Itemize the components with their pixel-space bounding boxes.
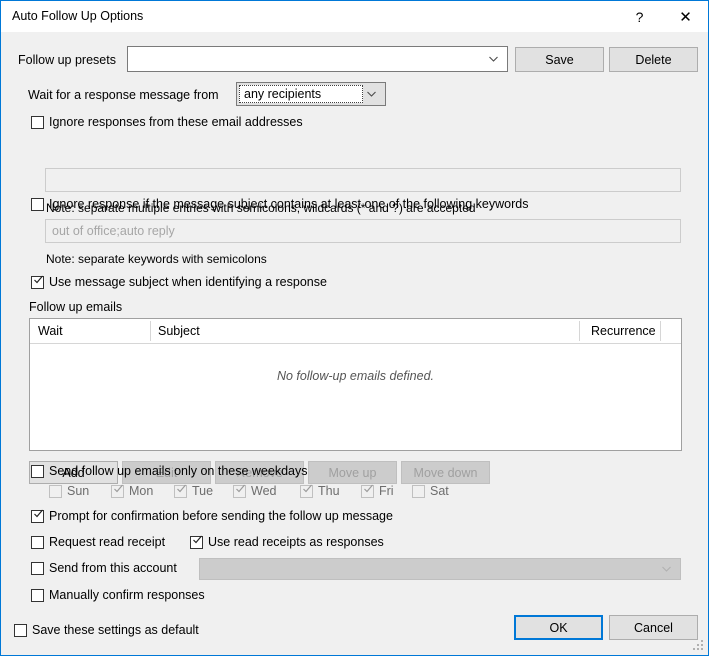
weekday-thu-checkbox: Thu: [300, 484, 340, 498]
empty-list-message: No follow-up emails defined.: [276, 369, 435, 383]
list-header: Wait Subject Recurrence: [30, 319, 681, 344]
request-read-receipt-checkbox[interactable]: Request read receipt: [31, 535, 165, 549]
checkbox-box: [111, 483, 124, 498]
checkbox-box: [14, 623, 27, 637]
wait-for-response-combo[interactable]: any recipients: [236, 82, 386, 106]
weekday-sat-label: Sat: [430, 484, 449, 498]
checkbox-box: [233, 483, 246, 498]
check-icon: [192, 534, 203, 545]
weekday-fri-label: Fri: [379, 484, 394, 498]
wait-for-response-label: Wait for a response message from: [28, 88, 219, 102]
weekday-mon-label: Mon: [129, 484, 154, 498]
checkbox-box: [31, 464, 44, 478]
check-icon: [33, 508, 44, 519]
checkbox-box: [190, 534, 203, 549]
column-header-subject[interactable]: Subject: [158, 319, 200, 343]
weekday-mon-checkbox: Mon: [111, 484, 153, 498]
request-read-receipt-label: Request read receipt: [49, 535, 166, 549]
column-divider[interactable]: [660, 321, 661, 341]
follow-up-emails-list[interactable]: Wait Subject Recurrence No follow-up ema…: [29, 318, 682, 451]
wait-for-response-value: any recipients: [244, 87, 322, 101]
checkbox-box: [174, 483, 187, 498]
dialog-body: Follow up presets Save Delete Wait for a…: [1, 32, 708, 655]
column-divider[interactable]: [150, 321, 151, 341]
save-preset-button[interactable]: Save: [515, 47, 604, 72]
move-down-button: Move down: [401, 461, 490, 484]
column-header-recurrence[interactable]: Recurrence: [591, 319, 656, 343]
move-up-button: Move up: [308, 461, 397, 484]
weekday-sat-checkbox: Sat: [412, 484, 449, 498]
resize-grip[interactable]: [693, 640, 705, 652]
ignore-addresses-input[interactable]: [45, 168, 681, 192]
weekday-tue-checkbox: Tue: [174, 484, 213, 498]
weekday-thu-label: Thu: [318, 484, 340, 498]
follow-up-presets-combo[interactable]: [127, 46, 508, 72]
checkbox-box: [300, 483, 313, 498]
ok-button[interactable]: OK: [514, 615, 603, 640]
column-divider[interactable]: [579, 321, 580, 341]
checkbox-box: [361, 483, 374, 498]
title-bar: Auto Follow Up Options ? ✕: [1, 1, 708, 32]
weekdays-checkbox[interactable]: Send follow up emails only on these week…: [31, 464, 307, 478]
ignore-subject-checkbox[interactable]: Ignore response if the message subject c…: [31, 197, 528, 211]
send-from-account-combo: [199, 558, 681, 580]
ignore-subject-label: Ignore response if the message subject c…: [49, 197, 529, 211]
window-title: Auto Follow Up Options: [12, 9, 144, 23]
ignore-subject-placeholder: out of office;auto reply: [52, 224, 175, 238]
checkbox-box: [31, 588, 44, 602]
chevron-down-icon: [366, 89, 377, 100]
check-icon: [302, 483, 313, 494]
ignore-subject-note: Note: separate keywords with semicolons: [46, 252, 267, 266]
checkbox-box: [31, 274, 44, 289]
delete-preset-button[interactable]: Delete: [609, 47, 698, 72]
checkbox-box: [31, 535, 44, 549]
weekdays-label: Send follow up emails only on these week…: [49, 464, 308, 478]
cancel-button[interactable]: Cancel: [609, 615, 698, 640]
checkbox-box: [49, 484, 62, 498]
checkbox-box: [31, 197, 44, 211]
weekday-wed-label: Wed: [251, 484, 277, 498]
prompt-confirmation-checkbox[interactable]: Prompt for confirmation before sending t…: [31, 509, 393, 523]
column-header-wait[interactable]: Wait: [38, 319, 63, 343]
send-from-account-label: Send from this account: [49, 561, 177, 575]
checkbox-box: [31, 561, 44, 575]
use-message-subject-checkbox[interactable]: Use message subject when identifying a r…: [31, 275, 327, 289]
send-from-account-checkbox[interactable]: Send from this account: [31, 561, 177, 575]
ignore-addresses-label: Ignore responses from these email addres…: [49, 115, 303, 129]
follow-up-emails-section-label: Follow up emails: [29, 300, 123, 314]
close-icon[interactable]: ✕: [663, 1, 708, 32]
follow-up-presets-label: Follow up presets: [18, 53, 116, 67]
prompt-confirmation-label: Prompt for confirmation before sending t…: [49, 509, 393, 523]
weekday-fri-checkbox: Fri: [361, 484, 394, 498]
chevron-down-icon: [661, 564, 672, 575]
ignore-subject-input[interactable]: out of office;auto reply: [45, 219, 681, 243]
checkbox-box: [412, 484, 425, 498]
manually-confirm-label: Manually confirm responses: [49, 588, 205, 602]
checkbox-box: [31, 508, 44, 523]
weekday-sun-label: Sun: [67, 484, 90, 498]
chevron-down-icon: [488, 54, 499, 65]
help-icon[interactable]: ?: [617, 1, 662, 32]
save-as-default-checkbox[interactable]: Save these settings as default: [14, 623, 199, 637]
check-icon: [363, 483, 374, 494]
auto-follow-up-options-dialog: Auto Follow Up Options ? ✕ Follow up pre…: [0, 0, 709, 656]
check-icon: [235, 483, 246, 494]
weekday-sun-checkbox: Sun: [49, 484, 89, 498]
check-icon: [176, 483, 187, 494]
use-message-subject-label: Use message subject when identifying a r…: [49, 275, 327, 289]
check-icon: [113, 483, 124, 494]
use-read-receipts-label: Use read receipts as responses: [208, 535, 384, 549]
manually-confirm-checkbox[interactable]: Manually confirm responses: [31, 588, 205, 602]
use-read-receipts-checkbox[interactable]: Use read receipts as responses: [190, 535, 384, 549]
checkbox-box: [31, 115, 44, 129]
check-icon: [33, 274, 44, 285]
weekday-tue-label: Tue: [192, 484, 214, 498]
save-as-default-label: Save these settings as default: [32, 623, 199, 637]
ignore-addresses-checkbox[interactable]: Ignore responses from these email addres…: [31, 115, 303, 129]
weekday-wed-checkbox: Wed: [233, 484, 276, 498]
